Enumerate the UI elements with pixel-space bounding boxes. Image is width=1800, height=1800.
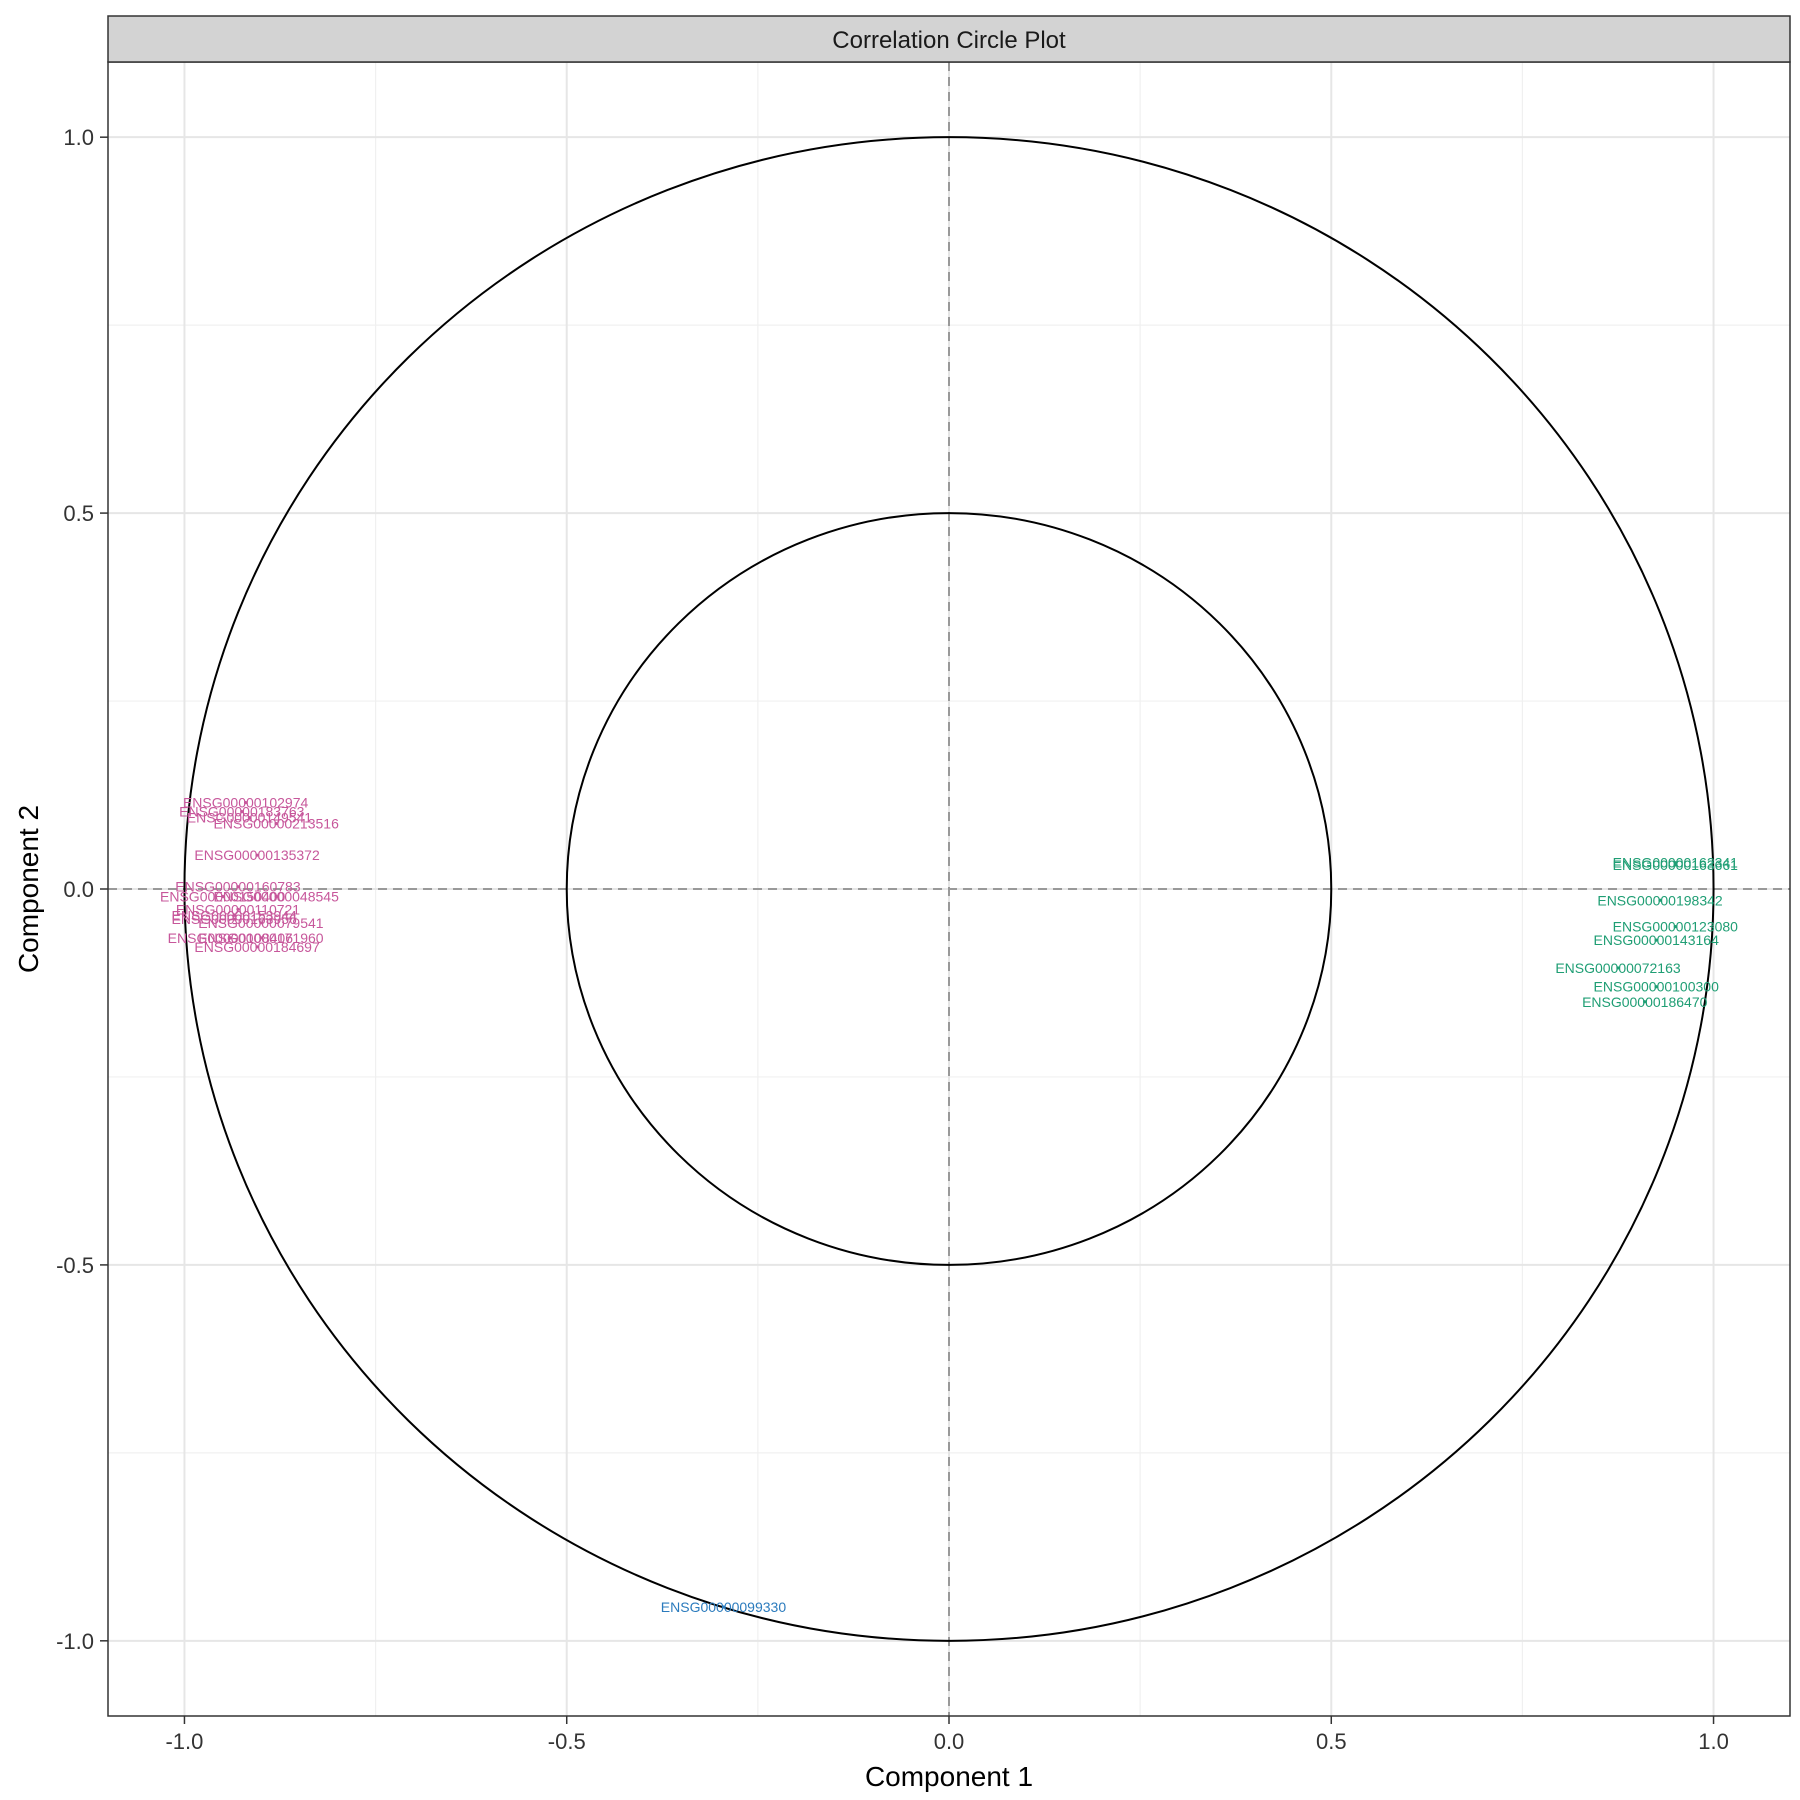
y-axis-title: Component 2 xyxy=(13,805,44,973)
point-label-1-2: ENSG00000198342 xyxy=(1597,892,1723,908)
point-label-2-0: ENSG00000099330 xyxy=(661,1599,787,1615)
point-label-1-4: ENSG00000143164 xyxy=(1594,932,1720,948)
x-axis-title: Component 1 xyxy=(865,1761,1033,1792)
point-label-1-6: ENSG00000100300 xyxy=(1594,979,1720,995)
y-tick-label-4: 1.0 xyxy=(63,125,94,150)
chart-title: Correlation Circle Plot xyxy=(832,27,1066,54)
x-tick-label-1: -0.5 xyxy=(548,1729,586,1754)
point-label-1-1: ENSG00000163661 xyxy=(1613,857,1739,873)
x-tick-label-4: 1.0 xyxy=(1698,1729,1729,1754)
point-label-1-5: ENSG00000072163 xyxy=(1555,960,1681,976)
x-axis-ticks: -1.0 -0.5 0.0 0.5 1.0 xyxy=(165,1716,1729,1754)
y-tick-label-2: 0.0 xyxy=(63,877,94,902)
point-label-1-7: ENSG00000186470 xyxy=(1582,994,1708,1010)
point-label-0-3: ENSG00000213516 xyxy=(214,816,340,832)
x-tick-label-0: -1.0 xyxy=(165,1729,203,1754)
point-label-0-14: ENSG00000184697 xyxy=(194,939,320,955)
point-label-0-4: ENSG00000135372 xyxy=(194,847,320,863)
y-tick-label-1: -0.5 xyxy=(56,1253,94,1278)
x-tick-label-2: 0.0 xyxy=(934,1729,965,1754)
y-tick-label-3: 0.5 xyxy=(63,501,94,526)
y-tick-label-0: -1.0 xyxy=(56,1629,94,1654)
y-axis-ticks: -1.0 -0.5 0.0 0.5 1.0 xyxy=(56,125,108,1654)
x-tick-label-3: 0.5 xyxy=(1316,1729,1347,1754)
correlation-circle-chart: ENSG00000102974ENSG00000183763ENSG000001… xyxy=(13,15,1791,1792)
point-label-0-11: ENSG00000079541 xyxy=(198,915,324,931)
